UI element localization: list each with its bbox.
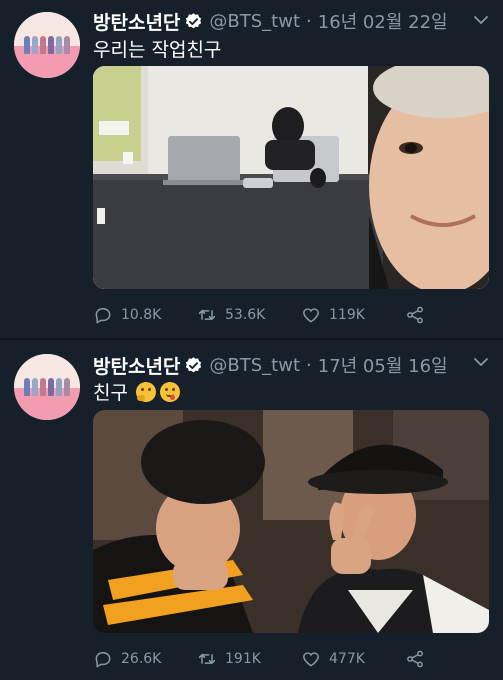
tweet-text-body: 친구 [93,382,128,404]
retweet-count: 53.6K [225,307,266,323]
tweet-text: 친구 [93,378,180,405]
avatar-figure [56,378,62,396]
reply-button[interactable]: 26.6K [93,649,197,669]
emoji-eye [147,387,151,391]
tweet-date[interactable]: 17년 05월 16일 [318,352,448,378]
verified-badge-icon [186,12,202,28]
retweet-count: 191K [225,651,261,667]
reply-count: 26.6K [121,651,162,667]
avatar-figure [64,36,70,54]
display-name[interactable]: 방탄소년단 [93,8,180,35]
separator-dot: · [306,10,312,32]
tweet-text: 우리는 작업친구 [93,35,221,62]
thinking-face-emoji [135,381,156,402]
tweet-photo[interactable] [93,66,489,289]
reply-icon [95,308,111,324]
like-count: 119K [329,307,365,323]
avatar-figure [32,378,38,396]
emoji-eye [171,387,175,391]
tweet-header: 방탄소년단 @BTS_twt · 16년 02월 22일 [93,8,448,34]
emoji-eye [140,387,144,391]
tweet-date[interactable]: 16년 02월 22일 [318,8,448,34]
reply-button[interactable]: 10.8K [93,305,197,325]
tweet-text-body: 우리는 작업친구 [93,39,222,61]
heart-icon [303,308,319,323]
like-button[interactable]: 477K [301,649,405,669]
retweet-icon [198,310,216,320]
tweet-actions: 10.8K 53.6K 119K [93,302,489,328]
avatar[interactable] [14,354,80,420]
like-button[interactable]: 119K [301,305,405,325]
display-name[interactable]: 방탄소년단 [93,352,180,379]
chevron-down-icon[interactable] [473,12,489,28]
emoji-hand [136,394,145,401]
tweet-header: 방탄소년단 @BTS_twt · 17년 05월 16일 [93,352,448,378]
avatar-figure [48,36,54,54]
like-count: 477K [329,651,365,667]
photo-two-friends-selfie [93,410,489,633]
face-savoring-food-emoji [159,381,180,402]
avatar-figure [40,378,46,396]
retweet-icon [198,654,216,664]
heart-icon [303,652,319,667]
avatar-figure [40,36,46,54]
share-icon[interactable] [405,649,425,669]
avatar-figure [32,36,38,54]
avatar-figure [48,378,54,396]
emoji-tongue [169,394,175,400]
tweet-photo[interactable] [93,410,489,633]
avatar-figure [24,378,30,396]
verified-badge-icon [186,356,202,372]
avatar-figure [56,36,62,54]
chevron-down-icon[interactable] [473,354,489,370]
retweet-button[interactable]: 191K [197,649,301,669]
emoji-eye [164,387,168,391]
reply-icon [95,652,111,668]
avatar-figure [24,36,30,54]
avatar[interactable] [14,12,80,78]
photo-studio-selfie [93,66,489,289]
avatar-figure [64,378,70,396]
tweet-actions: 26.6K 191K 477K [93,646,489,672]
reply-count: 10.8K [121,307,162,323]
separator-dot: · [306,354,312,376]
share-icon[interactable] [405,305,425,325]
tweet[interactable]: 방탄소년단 @BTS_twt · 16년 02월 22일 우리는 작업친구 10… [0,0,503,338]
handle[interactable]: @BTS_twt [209,11,300,32]
handle[interactable]: @BTS_twt [209,355,300,376]
retweet-button[interactable]: 53.6K [197,305,301,325]
